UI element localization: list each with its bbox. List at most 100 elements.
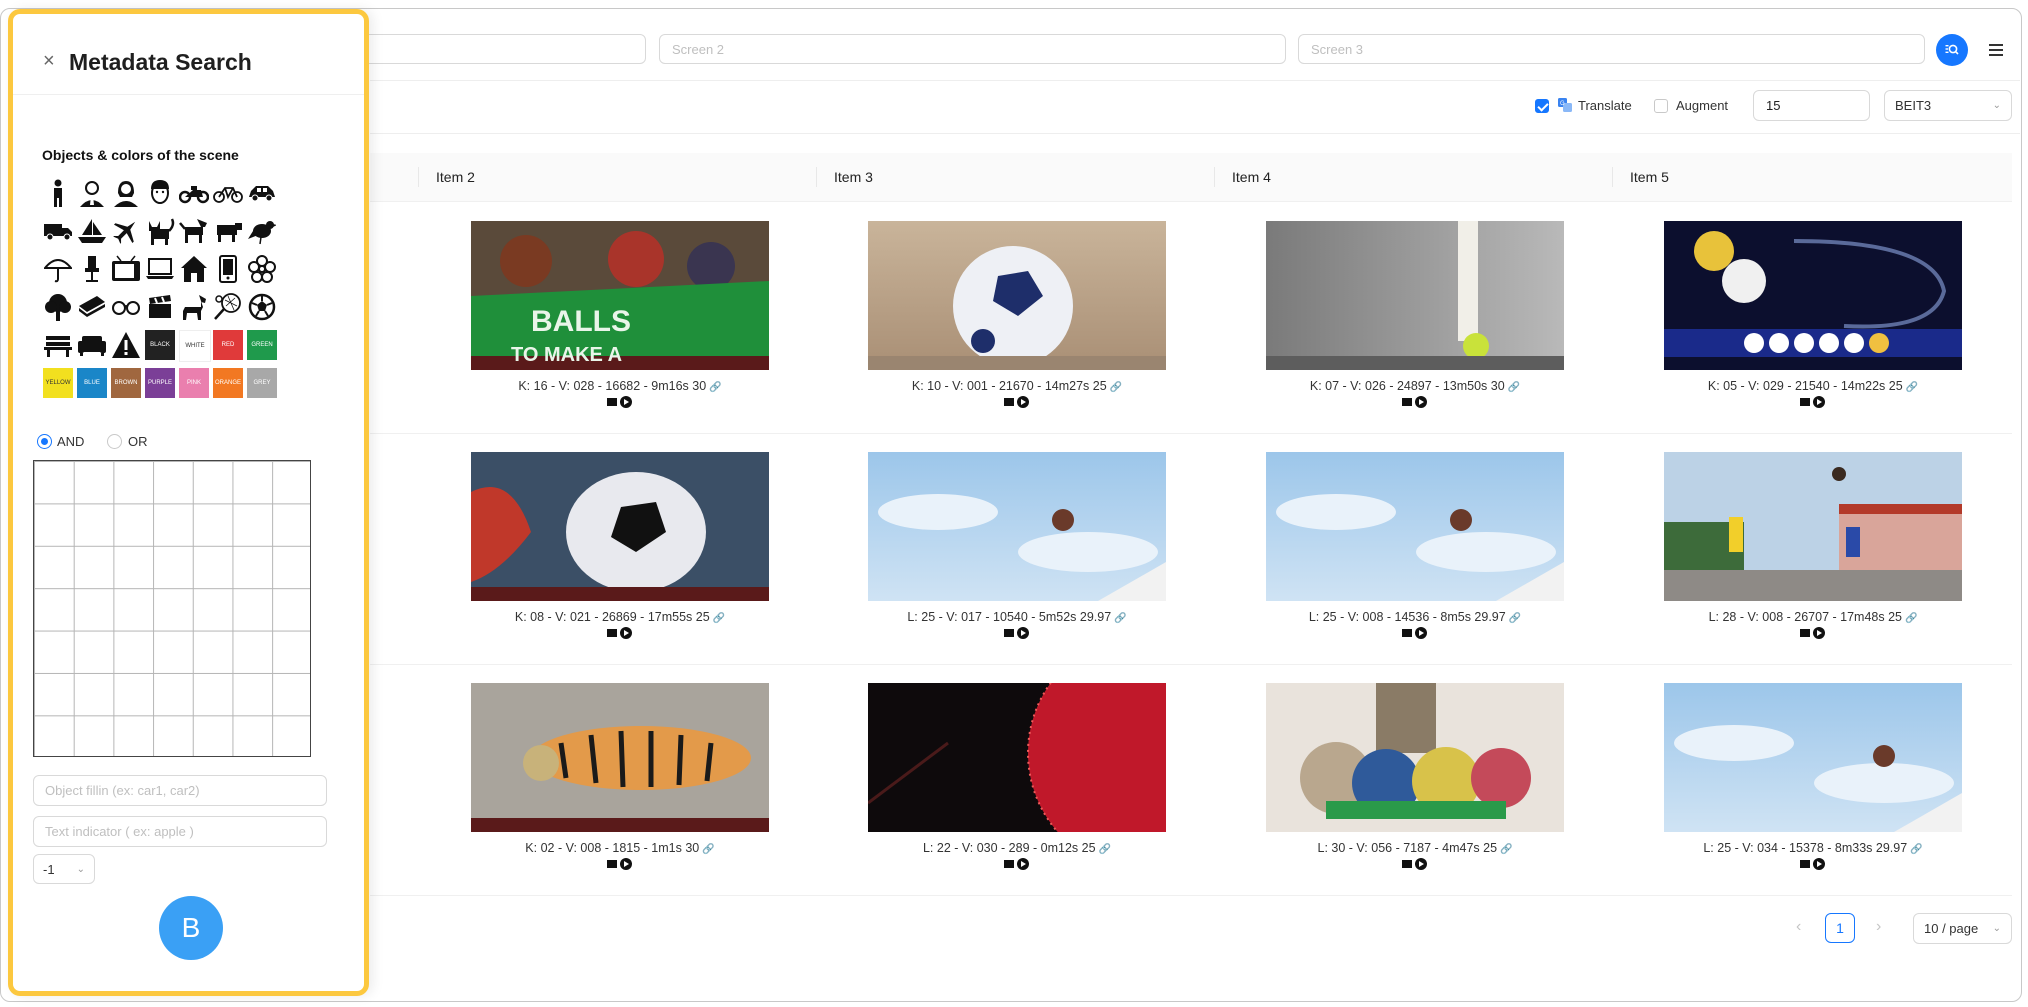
airplane-icon[interactable]	[110, 215, 142, 247]
tree-icon[interactable]	[42, 291, 74, 323]
chair-icon[interactable]	[76, 253, 108, 285]
link-icon[interactable]: 🔗	[709, 382, 721, 393]
result-card[interactable]: L: 25 - V: 017 - 10540 - 5m52s 29.97 🔗	[868, 452, 1166, 642]
result-card[interactable]: L: 25 - V: 034 - 15378 - 8m33s 29.97 🔗	[1664, 683, 1962, 873]
augment-checkbox[interactable]	[1654, 99, 1668, 113]
model-select[interactable]: BEIT3 ⌄	[1884, 90, 2012, 121]
hamburger-menu-icon[interactable]	[1986, 38, 2006, 62]
umbrella-icon[interactable]	[42, 253, 74, 285]
translate-checkbox[interactable]	[1535, 99, 1549, 113]
result-card[interactable]: L: 25 - V: 008 - 14536 - 8m5s 29.97 🔗	[1266, 452, 1564, 642]
color-swatch-green[interactable]: GREEN	[247, 330, 277, 360]
sofa-icon[interactable]	[76, 329, 108, 361]
motorbike-icon[interactable]	[178, 177, 210, 209]
spatial-grid-canvas[interactable]	[33, 460, 311, 757]
thumbnail-sky-ball[interactable]	[1664, 683, 1962, 832]
text-indicator-input[interactable]	[33, 816, 327, 847]
book-icon[interactable]	[76, 291, 108, 323]
link-icon[interactable]: 🔗	[1906, 382, 1918, 393]
video-play-icon[interactable]	[868, 395, 1166, 411]
woman-icon[interactable]	[110, 177, 142, 209]
phone-icon[interactable]	[212, 253, 244, 285]
prev-page-icon[interactable]: ‹	[1796, 918, 1801, 936]
thumbnail-sky-ball[interactable]	[868, 452, 1166, 601]
flower-icon[interactable]	[246, 253, 278, 285]
result-card[interactable]: K: 10 - V: 001 - 21670 - 14m27s 25 🔗	[868, 221, 1166, 411]
link-icon[interactable]: 🔗	[1905, 613, 1917, 624]
color-swatch-blue[interactable]: BLUE	[77, 368, 107, 398]
result-card[interactable]: L: 22 - V: 030 - 289 - 0m12s 25 🔗	[868, 683, 1166, 873]
house-icon[interactable]	[178, 253, 210, 285]
thumbnail-tiger[interactable]	[471, 683, 769, 832]
clapperboard-icon[interactable]	[144, 291, 176, 323]
result-card[interactable]: K: 08 - V: 021 - 26869 - 17m55s 25 🔗	[471, 452, 769, 642]
man-icon[interactable]	[76, 177, 108, 209]
screen-2-input[interactable]	[659, 34, 1286, 64]
glasses-icon[interactable]	[110, 291, 142, 323]
result-card[interactable]: BALLS TO MAKE A K: 16 - V: 028 - 16682 -…	[471, 221, 769, 411]
video-play-icon[interactable]	[1664, 395, 1962, 411]
color-swatch-black[interactable]: BLACK	[145, 330, 175, 360]
boat-icon[interactable]	[76, 215, 108, 247]
thumbnail-tennis-ball[interactable]	[1266, 221, 1564, 370]
thumbnail-knit-balls[interactable]	[1266, 683, 1564, 832]
video-play-icon[interactable]	[1664, 857, 1962, 873]
result-count-input[interactable]: 15	[1753, 90, 1870, 121]
color-swatch-yellow[interactable]: YELLOW	[43, 368, 73, 398]
bicycle-icon[interactable]	[212, 177, 244, 209]
result-card[interactable]: L: 30 - V: 056 - 7187 - 4m47s 25 🔗	[1266, 683, 1564, 873]
warning-icon[interactable]	[110, 329, 142, 361]
count-select[interactable]: -1 ⌄	[33, 854, 95, 884]
video-play-icon[interactable]	[471, 395, 769, 411]
car-icon[interactable]	[246, 177, 278, 209]
video-play-icon[interactable]	[868, 626, 1166, 642]
thumbnail-soccer-ball[interactable]	[471, 452, 769, 601]
color-swatch-red[interactable]: RED	[213, 330, 243, 360]
video-play-icon[interactable]	[1664, 626, 1962, 642]
close-icon[interactable]: ×	[43, 51, 55, 71]
laptop-icon[interactable]	[144, 253, 176, 285]
pagination-current-page[interactable]: 1	[1825, 913, 1855, 943]
color-swatch-white[interactable]: WHITE	[179, 330, 211, 362]
video-play-icon[interactable]	[1266, 626, 1564, 642]
thumbnail-lottery[interactable]	[1664, 221, 1962, 370]
result-card[interactable]: K: 07 - V: 026 - 24897 - 13m50s 30 🔗	[1266, 221, 1564, 411]
thumbnail-balls-banner[interactable]: BALLS TO MAKE A	[471, 221, 769, 370]
color-swatch-brown[interactable]: BROWN	[111, 368, 141, 398]
tennis-racket-icon[interactable]	[212, 291, 244, 323]
page-size-select[interactable]: 10 / page ⌄	[1913, 913, 2012, 944]
thumbnail-kids-football[interactable]	[1664, 452, 1962, 601]
video-play-icon[interactable]	[1266, 395, 1564, 411]
truck-icon[interactable]	[42, 215, 74, 247]
face-icon[interactable]	[144, 177, 176, 209]
image-search-button[interactable]	[1936, 34, 1968, 66]
thumbnail-red-dark[interactable]	[868, 683, 1166, 832]
link-icon[interactable]: 🔗	[1099, 844, 1111, 855]
thumbnail-soccer-sand[interactable]	[868, 221, 1166, 370]
video-play-icon[interactable]	[1266, 857, 1564, 873]
color-swatch-grey[interactable]: GREY	[247, 368, 277, 398]
link-icon[interactable]: 🔗	[1508, 382, 1520, 393]
link-icon[interactable]: 🔗	[1114, 613, 1126, 624]
object-fillin-input[interactable]	[33, 775, 327, 806]
result-card[interactable]: K: 05 - V: 029 - 21540 - 14m22s 25 🔗	[1664, 221, 1962, 411]
bench-icon[interactable]	[42, 329, 74, 361]
video-play-icon[interactable]	[868, 857, 1166, 873]
link-icon[interactable]: 🔗	[1110, 382, 1122, 393]
link-icon[interactable]: 🔗	[1509, 613, 1521, 624]
dog-icon[interactable]	[178, 215, 210, 247]
cow-icon[interactable]	[212, 215, 244, 247]
video-play-icon[interactable]	[471, 857, 769, 873]
screen-3-input[interactable]	[1298, 34, 1925, 64]
tv-icon[interactable]	[110, 253, 142, 285]
soccer-ball-icon[interactable]	[246, 291, 278, 323]
color-swatch-pink[interactable]: PINK	[179, 368, 209, 398]
link-icon[interactable]: 🔗	[1500, 844, 1512, 855]
horse-icon[interactable]	[178, 291, 210, 323]
link-icon[interactable]: 🔗	[713, 613, 725, 624]
color-swatch-orange[interactable]: ORANGE	[213, 368, 243, 398]
and-radio[interactable]	[37, 434, 52, 449]
thumbnail-sky-ball[interactable]	[1266, 452, 1564, 601]
video-play-icon[interactable]	[471, 626, 769, 642]
next-page-icon[interactable]: ›	[1876, 918, 1881, 936]
